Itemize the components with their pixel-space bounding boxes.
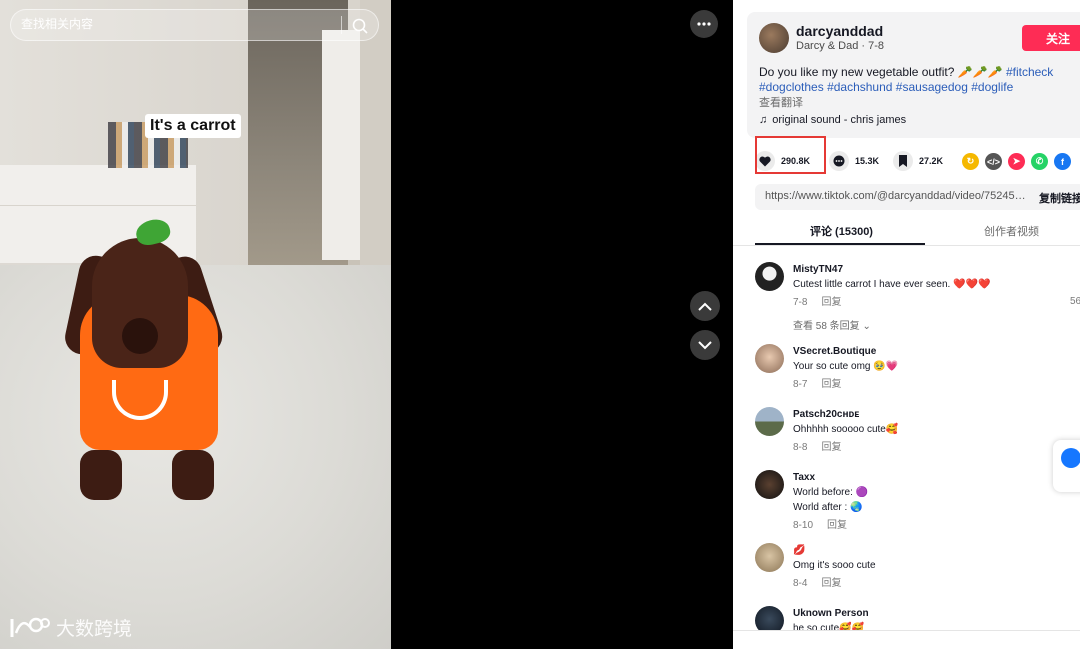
send-icon[interactable]: ➤ bbox=[1008, 153, 1025, 170]
dog-paw-left bbox=[80, 450, 122, 500]
commenter-name[interactable]: Uknown Person bbox=[793, 608, 869, 619]
assistant-icon bbox=[1061, 448, 1080, 468]
reply-button[interactable]: 回复 bbox=[821, 442, 841, 453]
comment-date: 8-4 bbox=[793, 578, 808, 589]
commenter-name[interactable]: 💋 bbox=[793, 545, 805, 556]
hashtag[interactable]: #fitcheck bbox=[1006, 65, 1053, 79]
video-player[interactable]: It's a carrot 大数跨境 bbox=[0, 0, 391, 649]
more-options-button[interactable] bbox=[690, 10, 718, 38]
comment-text-line2: World after : 🌏 bbox=[793, 502, 863, 513]
author-avatar[interactable] bbox=[759, 23, 789, 53]
whatsapp-icon[interactable]: ✆ bbox=[1031, 153, 1048, 170]
reply-button[interactable]: 回复 bbox=[827, 520, 847, 531]
description-text: Do you like my new vegetable outfit? 🥕🥕🥕 bbox=[759, 65, 1006, 79]
commenter-name[interactable]: Patsch20ᴄʜᴅᴇ bbox=[793, 409, 859, 420]
commenter-name[interactable]: MistyTN47 bbox=[793, 264, 843, 275]
save-count: 27.2K bbox=[919, 156, 944, 166]
commenter-avatar[interactable] bbox=[755, 344, 784, 373]
music-label: original sound - chris james bbox=[772, 114, 907, 126]
bookmark-icon bbox=[893, 151, 913, 171]
reply-button[interactable]: 回复 bbox=[821, 578, 841, 589]
commenter-avatar[interactable] bbox=[755, 543, 784, 572]
search-bar[interactable] bbox=[10, 9, 379, 41]
search-icon[interactable] bbox=[351, 17, 369, 35]
reply-button[interactable]: 回复 bbox=[821, 379, 841, 390]
comment-icon bbox=[829, 151, 849, 171]
comment-text: World before: 🟣 bbox=[793, 487, 869, 498]
tab-creator-videos[interactable]: 创作者视频 bbox=[984, 223, 1039, 239]
reply-button[interactable]: 回复 bbox=[821, 297, 841, 308]
more-dots-icon bbox=[697, 22, 711, 26]
hashtag[interactable]: #dachshund bbox=[827, 80, 892, 94]
view-replies-link[interactable]: 查看 58 条回复 ⌄ bbox=[793, 317, 871, 332]
tab-comments[interactable]: 评论 (15300) bbox=[810, 223, 873, 239]
details-panel: darcyanddad Darcy & Dad · 7-8 关注 Do you … bbox=[733, 0, 1080, 649]
comment-meta: 8-8 回复 bbox=[793, 438, 841, 453]
hashtag[interactable]: #sausagedog bbox=[896, 80, 968, 94]
heart-icon bbox=[755, 151, 775, 171]
next-video-button[interactable] bbox=[690, 330, 720, 360]
scene-dresser-line bbox=[0, 205, 196, 206]
dog-paw-right bbox=[172, 450, 214, 500]
active-tab-indicator bbox=[755, 243, 925, 245]
music-note-icon: ♫ bbox=[759, 114, 768, 126]
save-button[interactable]: 27.2K bbox=[893, 151, 943, 171]
commenter-name[interactable]: Taxx bbox=[793, 472, 815, 483]
comment-date: 8-8 bbox=[793, 442, 808, 453]
comment-date: 8-7 bbox=[793, 379, 808, 390]
facebook-icon[interactable]: f bbox=[1054, 153, 1071, 170]
hashtag[interactable]: #doglife bbox=[971, 80, 1013, 94]
share-link-row: https://www.tiktok.com/@darcyanddad/vide… bbox=[755, 184, 1080, 210]
comment-text: Omg it's sooo cute bbox=[793, 560, 876, 571]
comment-text: Your so cute omg 🥹💗 bbox=[793, 361, 899, 372]
watermark: 大数跨境 bbox=[8, 613, 132, 641]
previous-video-button[interactable] bbox=[690, 291, 720, 321]
video-info-card: darcyanddad Darcy & Dad · 7-8 关注 Do you … bbox=[747, 12, 1080, 138]
scene-wall-right bbox=[360, 0, 391, 300]
comment-input-bar[interactable] bbox=[733, 630, 1080, 649]
comment-button[interactable]: 15.3K bbox=[829, 151, 879, 171]
commenter-avatar[interactable] bbox=[755, 262, 784, 291]
chevron-up-icon bbox=[698, 302, 712, 311]
dog-snout bbox=[122, 318, 158, 354]
copy-link-button[interactable]: 复制链接 bbox=[1039, 190, 1080, 206]
scene-door-frame bbox=[322, 30, 362, 260]
comment-meta: 8-7 回复 bbox=[793, 375, 841, 390]
comment-like-count: 56 bbox=[1070, 296, 1080, 307]
comment-meta: 8-10 回复 bbox=[793, 516, 847, 531]
follow-button[interactable]: 关注 bbox=[1022, 25, 1080, 51]
commenter-avatar[interactable] bbox=[755, 470, 784, 499]
repost-icon[interactable]: ↻ bbox=[962, 153, 979, 170]
like-button[interactable]: 290.8K bbox=[755, 151, 810, 171]
like-count: 290.8K bbox=[781, 156, 811, 166]
comment-text: Ohhhhh sooooo cute🥰 bbox=[793, 424, 899, 435]
watermark-logo bbox=[10, 617, 50, 637]
author-subtitle: Darcy & Dad · 7-8 bbox=[796, 40, 885, 52]
comment-meta: 8-4 回复 bbox=[793, 574, 841, 589]
video-url[interactable]: https://www.tiktok.com/@darcyanddad/vide… bbox=[765, 190, 1027, 202]
video-caption: It's a carrot bbox=[145, 114, 241, 138]
floating-assistant-button[interactable] bbox=[1053, 440, 1080, 492]
comment-text: Cutest little carrot I have ever seen. ❤… bbox=[793, 279, 991, 290]
commenter-name[interactable]: VSecret.Boutique bbox=[793, 346, 876, 357]
author-username[interactable]: darcyanddad bbox=[796, 23, 883, 39]
comment-date: 8-10 bbox=[793, 520, 814, 531]
commenter-avatar[interactable] bbox=[755, 407, 784, 436]
tab-bar: 评论 (15300) 创作者视频 bbox=[733, 218, 1080, 246]
search-divider bbox=[341, 16, 342, 34]
screen: It's a carrot 大数跨境 bbox=[0, 0, 1080, 649]
search-input[interactable] bbox=[21, 17, 321, 31]
video-description: Do you like my new vegetable outfit? 🥕🥕🥕… bbox=[759, 65, 1080, 95]
music-info[interactable]: ♫ original sound - chris james bbox=[759, 114, 906, 126]
comment-count: 15.3K bbox=[855, 156, 880, 166]
comment-meta: 7-8 回复 bbox=[793, 293, 841, 308]
translate-link[interactable]: 查看翻译 bbox=[759, 94, 803, 110]
watermark-text: 大数跨境 bbox=[56, 618, 133, 640]
embed-icon[interactable]: </> bbox=[985, 153, 1002, 170]
chevron-down-icon bbox=[698, 340, 712, 349]
action-bar: 290.8K 15.3K 27.2K ↻ </> ➤ ✆ f bbox=[755, 146, 1080, 176]
comment-date: 7-8 bbox=[793, 297, 808, 308]
hashtag[interactable]: #dogclothes bbox=[759, 80, 824, 94]
